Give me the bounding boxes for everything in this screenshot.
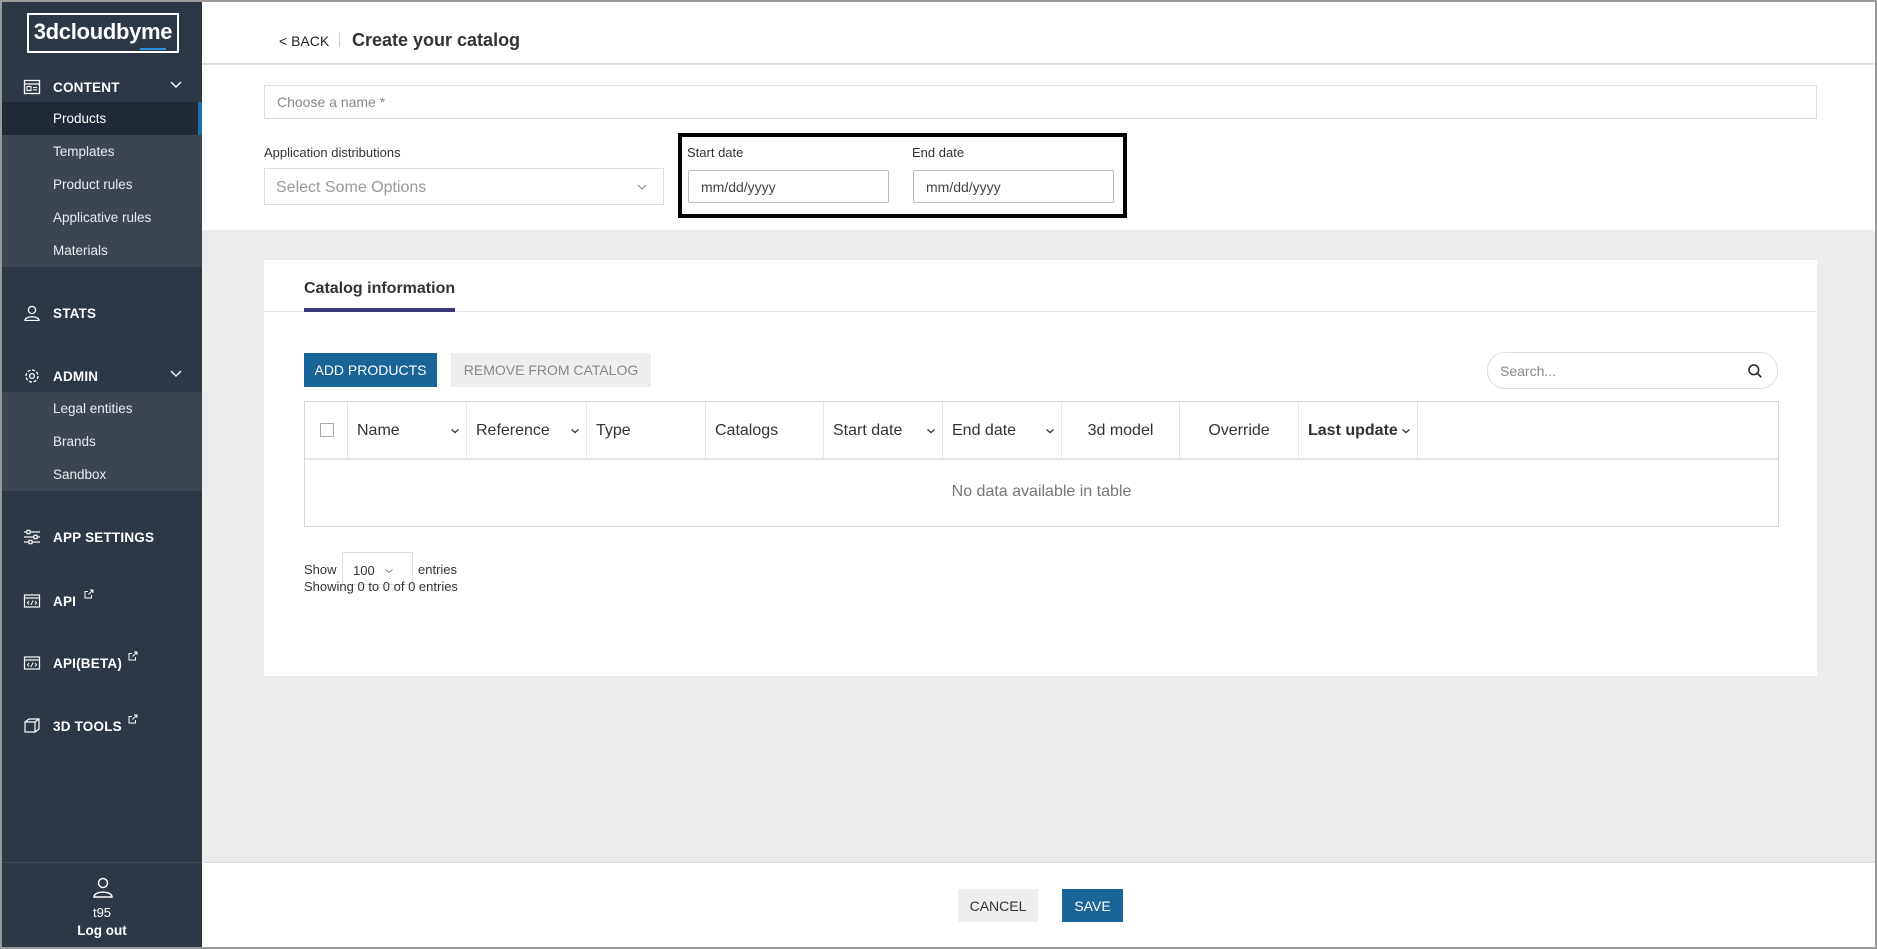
distributions-label: Application distributions: [264, 145, 401, 160]
products-table: Name Reference Type Catalogs Start date …: [304, 401, 1779, 527]
entries-value: 100: [353, 563, 375, 578]
select-all-checkbox[interactable]: [320, 423, 334, 437]
sidebar-item-templates[interactable]: Templates: [2, 135, 202, 168]
show-label: Show: [304, 562, 337, 577]
column-header-catalogs: Catalogs: [706, 402, 824, 460]
gear-icon: [25, 369, 39, 383]
date-range-group: Start date End date: [678, 133, 1127, 218]
back-link[interactable]: < BACK: [279, 33, 329, 49]
sort-icon: [1046, 429, 1054, 434]
start-date-label: Start date: [687, 145, 744, 160]
logo-underline: [140, 48, 166, 50]
nav-section-3d-tools[interactable]: 3D TOOLS: [2, 711, 202, 741]
column-header-override: Override: [1180, 402, 1299, 460]
nav-section-content[interactable]: CONTENT: [2, 72, 202, 102]
sort-icon: [927, 429, 935, 434]
content-icon: [23, 79, 41, 95]
end-date-input[interactable]: [913, 170, 1114, 203]
tab-catalog-information[interactable]: Catalog information: [304, 280, 456, 312]
add-products-button[interactable]: ADD PRODUCTS: [304, 353, 437, 387]
sidebar-item-applicative-rules[interactable]: Applicative rules: [2, 201, 202, 234]
chevron-down-icon: [385, 569, 393, 574]
sort-icon: [571, 429, 579, 434]
sidebar-item-sandbox[interactable]: Sandbox: [2, 458, 202, 491]
distributions-select[interactable]: Select Some Options: [264, 168, 664, 205]
catalog-information-card: Catalog information ADD PRODUCTS REMOVE …: [264, 260, 1817, 676]
sidebar-item-brands[interactable]: Brands: [2, 425, 202, 458]
chevron-down-icon: [170, 370, 182, 377]
save-button[interactable]: SAVE: [1062, 889, 1123, 922]
nav-section-app-settings[interactable]: APP SETTINGS: [2, 522, 202, 552]
column-header-name[interactable]: Name: [348, 402, 467, 460]
nav-section-label: CONTENT: [53, 80, 120, 95]
main-content: < BACK Create your catalog Application d…: [202, 2, 1875, 947]
external-link-icon: [128, 651, 138, 664]
external-link-icon: [84, 589, 94, 602]
nav-section-label: APP SETTINGS: [53, 530, 155, 545]
card-tabbar: Catalog information: [264, 260, 1817, 312]
table-search: [1487, 352, 1778, 389]
entries-label: entries: [418, 562, 458, 577]
table-header: Name Reference Type Catalogs Start date …: [305, 402, 1778, 460]
chevron-down-icon: [170, 81, 182, 88]
nav-section-label: API(BETA): [53, 656, 123, 671]
column-header-end-date[interactable]: End date: [943, 402, 1062, 460]
start-date-input[interactable]: [688, 170, 889, 203]
cancel-button[interactable]: CANCEL: [958, 889, 1038, 922]
empty-table-message: No data available in table: [951, 483, 1132, 500]
select-all-cell: [305, 402, 348, 460]
code-icon: [23, 656, 41, 670]
catalog-name-input[interactable]: [264, 85, 1817, 119]
cube-icon: [24, 718, 40, 733]
brand-logo[interactable]: 3dcloudbyme: [27, 13, 179, 53]
catalog-form: Application distributions Select Some Op…: [202, 65, 1875, 230]
nav-section-label: API: [53, 594, 77, 609]
search-input[interactable]: [1500, 362, 1740, 380]
user-name: t95: [92, 905, 112, 920]
nav-section-api[interactable]: API: [2, 586, 202, 616]
external-link-icon: [128, 714, 138, 727]
column-header-last-update[interactable]: Last update: [1299, 402, 1418, 460]
page-title: Create your catalog: [352, 30, 521, 50]
nav-section-label: ADMIN: [53, 369, 99, 384]
page-header: < BACK Create your catalog: [202, 2, 1875, 64]
admin-submenu: Legal entities Brands Sandbox: [2, 392, 202, 491]
sliders-icon: [24, 529, 40, 545]
logout-link[interactable]: Log out: [2, 923, 202, 938]
nav-section-admin[interactable]: ADMIN: [2, 361, 202, 391]
sidebar-item-materials[interactable]: Materials: [2, 234, 202, 267]
logo-text: 3dcloudbyme: [33, 19, 173, 44]
user-avatar-icon: [93, 877, 113, 898]
nav-section-stats[interactable]: STATS: [2, 298, 202, 328]
content-submenu: Products Templates Product rules Applica…: [2, 102, 202, 267]
sidebar-item-products[interactable]: Products: [2, 102, 202, 135]
sidebar-item-product-rules[interactable]: Product rules: [2, 168, 202, 201]
search-icon[interactable]: [1747, 363, 1763, 379]
column-header-type: Type: [587, 402, 706, 460]
code-icon: [23, 594, 41, 608]
form-footer: CANCEL SAVE: [202, 862, 1875, 947]
column-header-3d-model: 3d model: [1062, 402, 1180, 460]
sidebar-item-legal-entities[interactable]: Legal entities: [2, 392, 202, 425]
sort-icon: [1402, 429, 1410, 434]
nav-section-api-beta[interactable]: API(BETA): [2, 648, 202, 678]
end-date-label: End date: [912, 145, 965, 160]
header-divider: [339, 32, 340, 47]
user-area: t95 Log out: [2, 862, 202, 947]
user-icon: [24, 305, 40, 321]
table-info: Showing 0 to 0 of 0 entries: [304, 579, 458, 594]
sidebar: 3dcloudbyme CONTENT Products Templates P…: [2, 2, 202, 947]
distributions-placeholder: Select Some Options: [276, 179, 427, 196]
column-header-start-date[interactable]: Start date: [824, 402, 943, 460]
nav-section-label: 3D TOOLS: [53, 719, 122, 734]
chevron-down-icon: [637, 184, 647, 190]
column-header-reference[interactable]: Reference: [467, 402, 587, 460]
sort-icon: [451, 429, 459, 434]
remove-from-catalog-button[interactable]: REMOVE FROM CATALOG: [451, 353, 651, 387]
nav-section-label: STATS: [53, 306, 97, 321]
